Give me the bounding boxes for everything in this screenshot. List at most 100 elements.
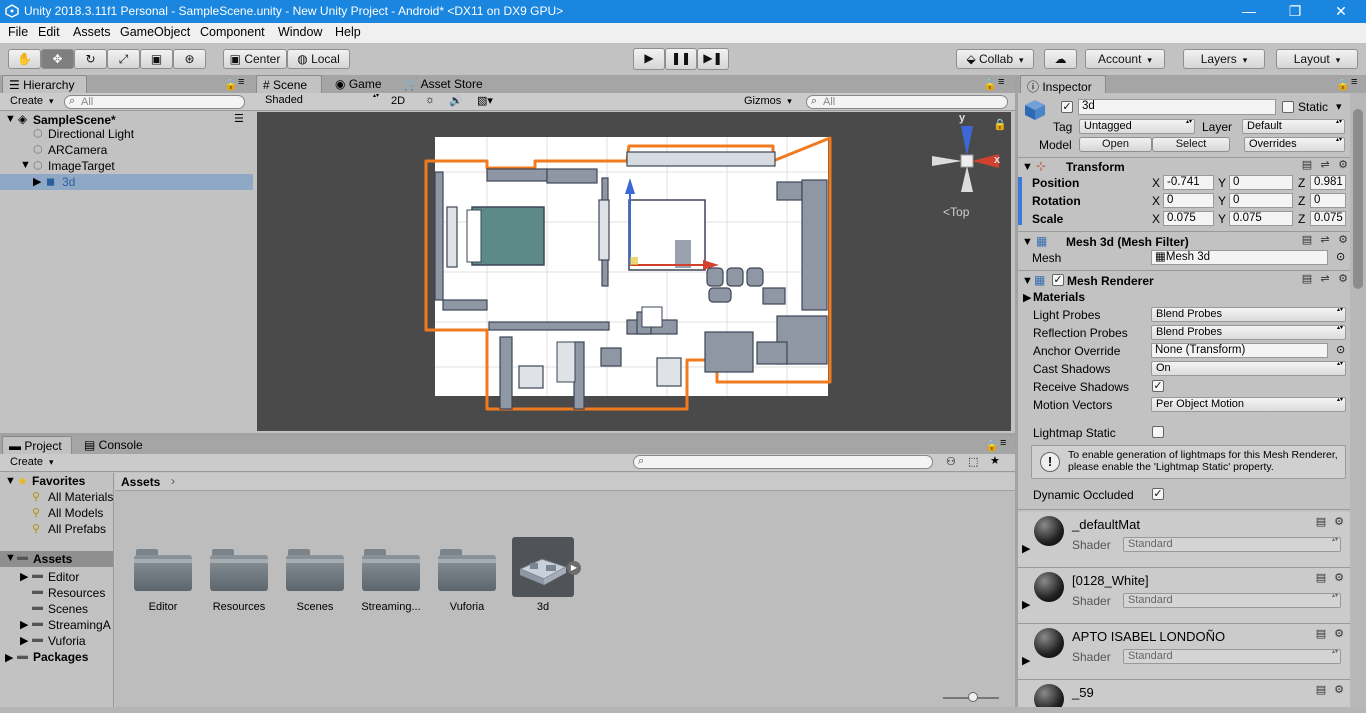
mesh-object-field[interactable]: ▦Mesh 3d <box>1151 250 1328 265</box>
tab-asset-store[interactable]: 🛒 Asset Store <box>397 75 497 93</box>
view-mode-label[interactable]: <Top <box>943 205 969 219</box>
receive-shadows-checkbox[interactable]: ✓ <box>1152 380 1164 392</box>
collapse-arrow-icon[interactable]: ▼ <box>1022 161 1033 173</box>
expand-model-icon[interactable]: ▶ <box>567 561 581 575</box>
cast-shadows-dropdown[interactable]: On <box>1151 361 1346 376</box>
lightmap-static-checkbox[interactable] <box>1152 426 1164 438</box>
object-picker-icon[interactable]: ⊙ <box>1336 250 1345 263</box>
model-thumbnail[interactable] <box>512 537 574 597</box>
gear-icon[interactable]: ⚙ <box>1332 684 1346 698</box>
menu-help[interactable]: Help <box>335 23 361 39</box>
pause-button[interactable]: ❚❚ <box>665 48 697 70</box>
collab-dropdown[interactable]: ⬙ Collab <box>956 49 1034 69</box>
help-book-icon[interactable]: ▤ <box>1300 159 1314 173</box>
minimize-button[interactable]: — <box>1226 0 1272 23</box>
preset-icon[interactable]: ⇌ <box>1318 234 1332 248</box>
model-open-button[interactable]: Open <box>1079 137 1152 152</box>
favorites-header[interactable]: Favorites <box>32 474 85 488</box>
preset-icon[interactable]: ⇌ <box>1318 159 1332 173</box>
materials-label[interactable]: Materials <box>1033 290 1085 304</box>
hierarchy-item[interactable]: ⬡ ARCamera <box>0 142 253 158</box>
menu-component[interactable]: Component <box>200 23 265 39</box>
step-button[interactable]: ▶❚ <box>697 48 729 70</box>
gear-icon[interactable]: ⚙ <box>1332 516 1346 530</box>
tab-project[interactable]: ▬ Project <box>2 436 72 454</box>
favorite-item[interactable]: All Prefabs <box>48 522 106 536</box>
help-book-icon[interactable]: ▤ <box>1314 516 1328 530</box>
shader-dropdown[interactable]: Standard <box>1123 537 1341 552</box>
effects-icon[interactable]: ▧▾ <box>477 94 493 107</box>
lock-icon[interactable]: 🔒 <box>993 118 1007 131</box>
expand-arrow-icon[interactable]: ▼ <box>20 159 31 171</box>
expand-arrow-icon[interactable]: ▶ <box>1022 654 1030 667</box>
gear-icon[interactable]: ⚙ <box>1336 234 1350 248</box>
tab-console[interactable]: ▤ Console <box>78 436 154 454</box>
motion-vectors-dropdown[interactable]: Per Object Motion <box>1151 397 1346 412</box>
help-book-icon[interactable]: ▤ <box>1314 572 1328 586</box>
rotation-x-field[interactable]: 0 <box>1163 193 1214 208</box>
shader-dropdown[interactable]: Standard <box>1123 649 1341 664</box>
favorite-star-icon[interactable]: ★ <box>990 454 1000 467</box>
hierarchy-item-selected[interactable]: ▶ ◼ 3d <box>0 174 253 190</box>
scene-viewport[interactable]: x y <Top 🔒 <box>257 112 1011 431</box>
help-book-icon[interactable]: ▤ <box>1314 684 1328 698</box>
lock-icon[interactable]: 🔒 <box>224 78 238 91</box>
object-picker-icon[interactable]: ⊙ <box>1336 343 1345 356</box>
favorite-item[interactable]: All Materials <box>48 490 113 504</box>
static-dropdown-icon[interactable]: ▾ <box>1336 100 1342 113</box>
menu-window[interactable]: Window <box>278 23 322 39</box>
model-select-button[interactable]: Select <box>1152 137 1230 152</box>
account-dropdown[interactable]: Account <box>1085 49 1165 69</box>
gear-icon[interactable]: ⚙ <box>1332 628 1346 642</box>
expand-arrow-icon[interactable]: ▼ <box>5 475 16 487</box>
gear-icon[interactable]: ⚙ <box>1336 159 1350 173</box>
tab-hierarchy[interactable]: ☰ Hierarchy <box>2 75 87 93</box>
anchor-override-field[interactable]: None (Transform) <box>1151 343 1328 358</box>
folder-icon[interactable] <box>438 547 496 591</box>
hierarchy-item[interactable]: ⬡ Directional Light <box>0 126 253 142</box>
scale-y-field[interactable]: 0.075 <box>1229 211 1293 226</box>
asset-tree-item[interactable]: StreamingA <box>48 618 111 632</box>
menu-gameobject[interactable]: GameObject <box>120 23 190 39</box>
expand-arrow-icon[interactable]: ▼ <box>5 552 16 564</box>
lighting-icon[interactable]: ☼ <box>425 94 435 106</box>
panel-menu-icon[interactable]: ≡ <box>998 76 1004 88</box>
expand-arrow-icon[interactable]: ▶ <box>20 570 28 583</box>
packages-tree-header[interactable]: Packages <box>33 650 88 664</box>
hierarchy-create-dropdown[interactable]: Create <box>10 95 54 107</box>
scale-tool-button[interactable]: ⤢ <box>107 49 140 69</box>
tab-scene[interactable]: # Scene <box>256 75 322 93</box>
2d-toggle[interactable]: 2D <box>391 95 405 107</box>
folder-icon[interactable] <box>286 547 344 591</box>
object-name-field[interactable]: 3d <box>1078 99 1276 115</box>
menu-assets[interactable]: Assets <box>73 23 111 39</box>
collapse-arrow-icon[interactable]: ▼ <box>1022 275 1033 287</box>
gear-icon[interactable]: ⚙ <box>1336 273 1350 287</box>
hand-tool-button[interactable]: ✋ <box>8 49 41 69</box>
cloud-button[interactable]: ☁ <box>1044 49 1077 69</box>
panel-menu-icon[interactable]: ≡ <box>238 76 244 88</box>
expand-arrow-icon[interactable]: ▶ <box>1023 291 1031 304</box>
breadcrumb-assets[interactable]: Assets <box>121 475 160 489</box>
tab-inspector[interactable]: ⓘ Inspector <box>1020 75 1106 94</box>
expand-arrow-icon[interactable]: ▶ <box>20 634 28 647</box>
layout-dropdown[interactable]: Layout <box>1276 49 1358 69</box>
gizmos-dropdown[interactable]: Gizmos <box>744 95 792 107</box>
close-button[interactable]: ✕ <box>1318 0 1364 23</box>
rotate-tool-button[interactable]: ↻ <box>74 49 107 69</box>
layer-dropdown[interactable]: Default <box>1242 119 1345 134</box>
folder-icon[interactable] <box>362 547 420 591</box>
asset-tree-item[interactable]: Vuforia <box>48 634 86 648</box>
expand-arrow-icon[interactable]: ▼ <box>5 113 16 125</box>
transform-tool-button[interactable]: ⊛ <box>173 49 206 69</box>
dynamic-occluded-checkbox[interactable]: ✓ <box>1152 488 1164 500</box>
tab-game[interactable]: ◉ Game <box>329 75 395 93</box>
folder-icon[interactable] <box>210 547 268 591</box>
collapse-arrow-icon[interactable]: ▼ <box>1022 236 1033 248</box>
position-x-field[interactable]: -0.741 <box>1163 175 1214 190</box>
assets-tree-header[interactable]: ▼ ▬ Assets <box>0 551 113 567</box>
play-button[interactable]: ▶ <box>633 48 665 70</box>
scale-z-field[interactable]: 0.075 <box>1310 211 1346 226</box>
asset-tree-item[interactable]: Scenes <box>48 602 88 616</box>
active-checkbox[interactable]: ✓ <box>1061 101 1073 113</box>
